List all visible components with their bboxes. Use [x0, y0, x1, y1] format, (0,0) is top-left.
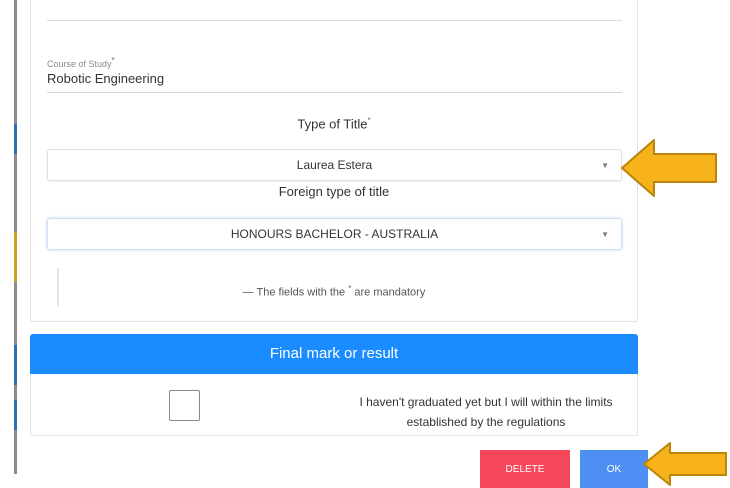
final-mark-section-body: I haven't graduated yet but I will withi… [30, 374, 638, 436]
foreign-type-of-title-label: Foreign type of title [278, 184, 390, 199]
required-mark: * [111, 56, 115, 65]
course-of-study-field[interactable]: Robotic Engineering [47, 71, 164, 86]
previous-field-underline [47, 20, 622, 21]
required-mark: * [367, 116, 371, 125]
page-edge-block [14, 345, 17, 385]
foreign-type-of-title-select[interactable]: HONOURS BACHELOR - AUSTRALIA ▼ [47, 218, 622, 250]
qualification-form-card: Course of Study* Robotic Engineering Typ… [30, 0, 638, 322]
foreign-type-selected-value: HONOURS BACHELOR - AUSTRALIA [230, 227, 439, 241]
course-of-study-underline [47, 92, 622, 93]
required-mark: * [348, 284, 352, 293]
caret-down-icon: ▼ [601, 230, 609, 239]
type-of-title-label: Type of Title* [297, 116, 371, 132]
type-of-title-select[interactable]: Laurea Estera ▼ [47, 149, 622, 181]
not-graduated-label: I haven't graduated yet but I will withi… [359, 395, 613, 429]
annotation-arrow-icon [643, 442, 727, 486]
caret-down-icon: ▼ [601, 161, 609, 170]
type-of-title-selected-value: Laurea Estera [296, 158, 373, 172]
mandatory-fields-note: — The fields with the * are mandatory [242, 284, 426, 299]
course-of-study-label: Course of Study* [47, 56, 115, 69]
screenshot-canvas: Course of Study* Robotic Engineering Typ… [0, 0, 730, 488]
final-mark-section-header: Final mark or result [30, 334, 638, 374]
page-edge-block [14, 124, 17, 154]
page-edge-block [14, 232, 17, 282]
background-page-edge [0, 0, 17, 488]
annotation-arrow-icon [621, 139, 717, 197]
not-graduated-checkbox[interactable] [169, 390, 200, 421]
final-mark-title: Final mark or result [269, 345, 399, 362]
page-edge-block [14, 400, 17, 430]
ok-button[interactable]: OK [580, 450, 648, 488]
delete-button[interactable]: DELETE [480, 450, 570, 488]
